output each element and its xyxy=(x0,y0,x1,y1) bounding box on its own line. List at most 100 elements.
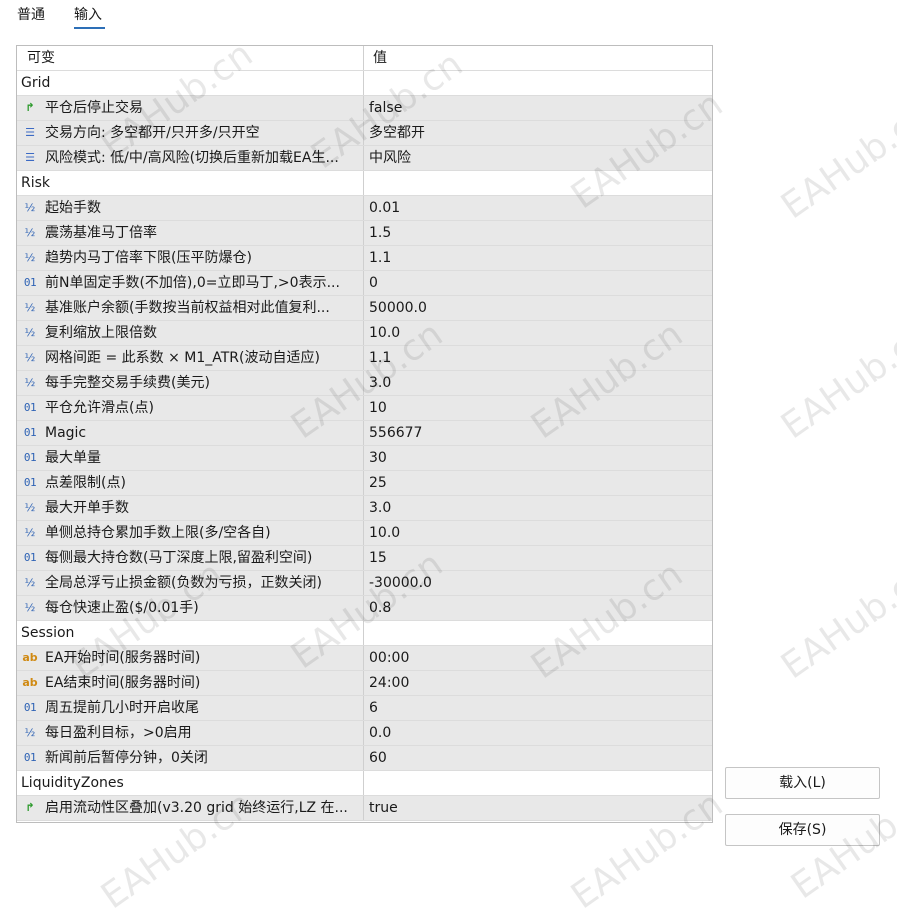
table-row[interactable]: 01 平仓允许滑点(点) 10 xyxy=(17,396,712,421)
int-icon: 01 xyxy=(23,751,37,764)
value-cell[interactable]: 中风险 xyxy=(369,146,411,170)
tab-inputs[interactable]: 输入 xyxy=(74,4,102,26)
int-icon: 01 xyxy=(23,476,37,489)
table-row[interactable]: 01 最大单量 30 xyxy=(17,446,712,471)
table-header: 可变 值 xyxy=(17,46,712,71)
variable-label: 前N单固定手数(不加倍),0=立即马丁,>0表示... xyxy=(45,275,340,291)
table-row[interactable]: ↱ 启用流动性区叠加(v3.20 grid 始终运行,LZ 在... true xyxy=(17,796,712,821)
variable-label: 每日盈利目标，>0启用 xyxy=(45,725,192,741)
variable-label: 复利缩放上限倍数 xyxy=(45,325,157,341)
variable-label: 启用流动性区叠加(v3.20 grid 始终运行,LZ 在... xyxy=(45,800,348,816)
variable-cell: 01 周五提前几小时开启收尾 xyxy=(17,696,364,720)
variable-cell: ↱ 启用流动性区叠加(v3.20 grid 始终运行,LZ 在... xyxy=(17,796,364,820)
variable-cell: ½ 起始手数 xyxy=(17,196,364,220)
variable-label: 每侧最大持仓数(马丁深度上限,留盈利空间) xyxy=(45,550,313,566)
table-row[interactable]: 01 每侧最大持仓数(马丁深度上限,留盈利空间) 15 xyxy=(17,546,712,571)
watermark-text: EAHub.cn xyxy=(773,553,897,688)
variable-label: 周五提前几小时开启收尾 xyxy=(45,700,199,716)
value-cell[interactable]: -30000.0 xyxy=(369,571,432,595)
variable-cell: 01 前N单固定手数(不加倍),0=立即马丁,>0表示... xyxy=(17,271,364,295)
variable-cell: LiquidityZones xyxy=(17,771,364,795)
value-cell[interactable]: 24:00 xyxy=(369,671,409,695)
variable-label: 震荡基准马丁倍率 xyxy=(45,225,157,241)
table-row[interactable]: ½ 每仓快速止盈($/0.01手) 0.8 xyxy=(17,596,712,621)
section-label: Session xyxy=(21,625,75,641)
variable-cell: ½ 趋势内马丁倍率下限(压平防爆仓) xyxy=(17,246,364,270)
value-cell[interactable]: 556677 xyxy=(369,421,422,445)
table-row[interactable]: ½ 最大开单手数 3.0 xyxy=(17,496,712,521)
variable-cell: ½ 全局总浮亏止损金额(负数为亏损，正数关闭) xyxy=(17,571,364,595)
section-row: Session xyxy=(17,621,712,646)
value-cell[interactable]: 0 xyxy=(369,271,378,295)
value-cell[interactable]: 1.1 xyxy=(369,246,391,270)
table-row[interactable]: ½ 全局总浮亏止损金额(负数为亏损，正数关闭) -30000.0 xyxy=(17,571,712,596)
table-row[interactable]: 01 新闻前后暂停分钟，0关闭 60 xyxy=(17,746,712,771)
variable-cell: ½ 每仓快速止盈($/0.01手) xyxy=(17,596,364,620)
value-cell[interactable]: 10.0 xyxy=(369,521,400,545)
double-icon: ½ xyxy=(24,351,36,364)
value-cell[interactable]: 0.8 xyxy=(369,596,391,620)
double-icon: ½ xyxy=(24,201,36,214)
variable-cell: Risk xyxy=(17,171,364,195)
variable-cell: ☰ 交易方向: 多空都开/只开多/只开空 xyxy=(17,121,364,145)
value-cell[interactable]: true xyxy=(369,796,398,820)
value-cell[interactable]: 25 xyxy=(369,471,387,495)
load-button[interactable]: 载入(L) xyxy=(725,767,880,799)
table-row[interactable]: ½ 每日盈利目标，>0启用 0.0 xyxy=(17,721,712,746)
value-cell[interactable]: 1.5 xyxy=(369,221,391,245)
table-row[interactable]: ½ 起始手数 0.01 xyxy=(17,196,712,221)
variable-cell: ☰ 风险模式: 低/中/高风险(切换后重新加载EA生... xyxy=(17,146,364,170)
table-row[interactable]: ½ 每手完整交易手续费(美元) 3.0 xyxy=(17,371,712,396)
table-row[interactable]: ab EA开始时间(服务器时间) 00:00 xyxy=(17,646,712,671)
table-row[interactable]: 01 前N单固定手数(不加倍),0=立即马丁,>0表示... 0 xyxy=(17,271,712,296)
table-row[interactable]: ½ 复利缩放上限倍数 10.0 xyxy=(17,321,712,346)
table-row[interactable]: 01 周五提前几小时开启收尾 6 xyxy=(17,696,712,721)
value-cell[interactable]: 30 xyxy=(369,446,387,470)
table-row[interactable]: 01 Magic 556677 xyxy=(17,421,712,446)
variable-cell: ½ 复利缩放上限倍数 xyxy=(17,321,364,345)
value-cell[interactable]: 15 xyxy=(369,546,387,570)
value-cell[interactable]: 3.0 xyxy=(369,496,391,520)
value-cell[interactable]: 60 xyxy=(369,746,387,770)
save-button[interactable]: 保存(S) xyxy=(725,814,880,846)
table-row[interactable]: ½ 基准账户余额(手数按当前权益相对此值复利... 50000.0 xyxy=(17,296,712,321)
value-cell[interactable]: 10.0 xyxy=(369,321,400,345)
variable-cell: ½ 每手完整交易手续费(美元) xyxy=(17,371,364,395)
double-icon: ½ xyxy=(24,251,36,264)
value-cell[interactable]: 00:00 xyxy=(369,646,409,670)
value-cell[interactable]: 50000.0 xyxy=(369,296,427,320)
table-row[interactable]: ½ 单侧总持仓累加手数上限(多/空各自) 10.0 xyxy=(17,521,712,546)
table-row[interactable]: ☰ 风险模式: 低/中/高风险(切换后重新加载EA生... 中风险 xyxy=(17,146,712,171)
variable-cell: ½ 每日盈利目标，>0启用 xyxy=(17,721,364,745)
value-cell[interactable]: false xyxy=(369,96,402,120)
table-row[interactable]: ↱ 平仓后停止交易 false xyxy=(17,96,712,121)
section-label: Grid xyxy=(21,75,51,91)
variable-cell: ½ 单侧总持仓累加手数上限(多/空各自) xyxy=(17,521,364,545)
variable-label: 全局总浮亏止损金额(负数为亏损，正数关闭) xyxy=(45,575,322,591)
variable-label: 单侧总持仓累加手数上限(多/空各自) xyxy=(45,525,271,541)
table-row[interactable]: ab EA结束时间(服务器时间) 24:00 xyxy=(17,671,712,696)
double-icon: ½ xyxy=(24,301,36,314)
table-row[interactable]: ½ 网格间距 = 此系数 × M1_ATR(波动自适应) 1.1 xyxy=(17,346,712,371)
value-cell[interactable]: 0.0 xyxy=(369,721,391,745)
value-cell[interactable]: 3.0 xyxy=(369,371,391,395)
table-row[interactable]: ½ 震荡基准马丁倍率 1.5 xyxy=(17,221,712,246)
section-label: Risk xyxy=(21,175,51,191)
column-header-value[interactable]: 值 xyxy=(373,46,387,70)
double-icon: ½ xyxy=(24,226,36,239)
variable-cell: ½ 震荡基准马丁倍率 xyxy=(17,221,364,245)
variable-label: Magic xyxy=(45,425,87,441)
table-row[interactable]: ☰ 交易方向: 多空都开/只开多/只开空 多空都开 xyxy=(17,121,712,146)
variable-cell: 01 Magic xyxy=(17,421,364,445)
column-header-variable[interactable]: 可变 xyxy=(17,46,364,70)
value-cell[interactable]: 10 xyxy=(369,396,387,420)
tab-bar: 普通 输入 xyxy=(0,0,897,32)
value-cell[interactable]: 1.1 xyxy=(369,346,391,370)
value-cell[interactable]: 0.01 xyxy=(369,196,400,220)
value-cell[interactable]: 6 xyxy=(369,696,378,720)
value-cell[interactable]: 多空都开 xyxy=(369,121,425,145)
table-row[interactable]: 01 点差限制(点) 25 xyxy=(17,471,712,496)
double-icon: ½ xyxy=(24,601,36,614)
table-row[interactable]: ½ 趋势内马丁倍率下限(压平防爆仓) 1.1 xyxy=(17,246,712,271)
tab-general[interactable]: 普通 xyxy=(17,4,45,26)
